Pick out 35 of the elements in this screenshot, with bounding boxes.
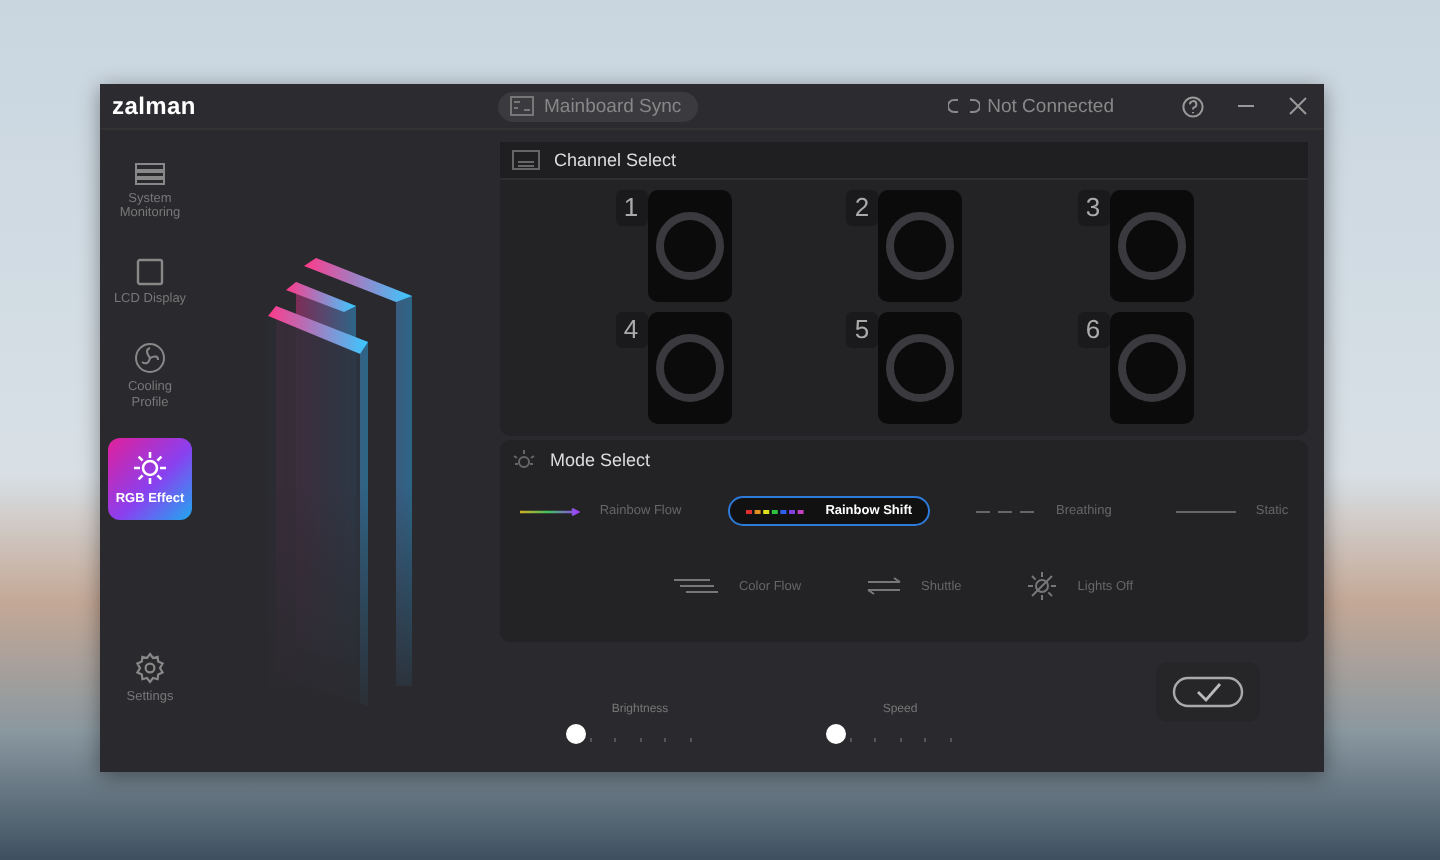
section-title: Mode Select [550,450,651,470]
settings-icon [134,651,166,684]
fan-icon [134,342,166,375]
grid-icon [512,150,540,170]
logo: zalman [112,92,198,120]
help-icon [1182,95,1204,117]
dashed-line-icon [976,507,1037,515]
connection-status: Not Connected [987,95,1114,117]
board-icon [510,96,534,116]
section-title: Channel Select [554,150,677,170]
dashed-line-icon [745,507,806,515]
gradient-arrow-icon [519,507,580,515]
crossed-sun-icon [1025,570,1058,602]
ring-icon [1115,332,1187,404]
close-icon [1288,96,1308,116]
square-icon [136,257,164,286]
swap-arrows-icon [865,576,902,596]
slider-thumb[interactable] [566,724,586,744]
ring-icon [653,332,725,404]
close-button[interactable] [1288,96,1308,116]
ring-icon [1115,210,1187,282]
ring-icon [884,332,956,404]
line-icon [1175,507,1236,515]
sync-button[interactable]: Mainboard Sync [498,91,698,121]
apply-button[interactable] [1156,662,1260,722]
check-toggle-icon [1172,676,1244,708]
monitor-bars-icon [134,162,166,186]
ring-icon [653,210,725,282]
flow-lines-icon [674,576,719,596]
link-icon [947,98,980,114]
slider-thumb[interactable] [826,724,846,744]
help-button[interactable] [1182,95,1204,117]
bulb-icon [512,448,536,472]
ring-icon [884,210,956,282]
sun-icon [132,450,168,487]
